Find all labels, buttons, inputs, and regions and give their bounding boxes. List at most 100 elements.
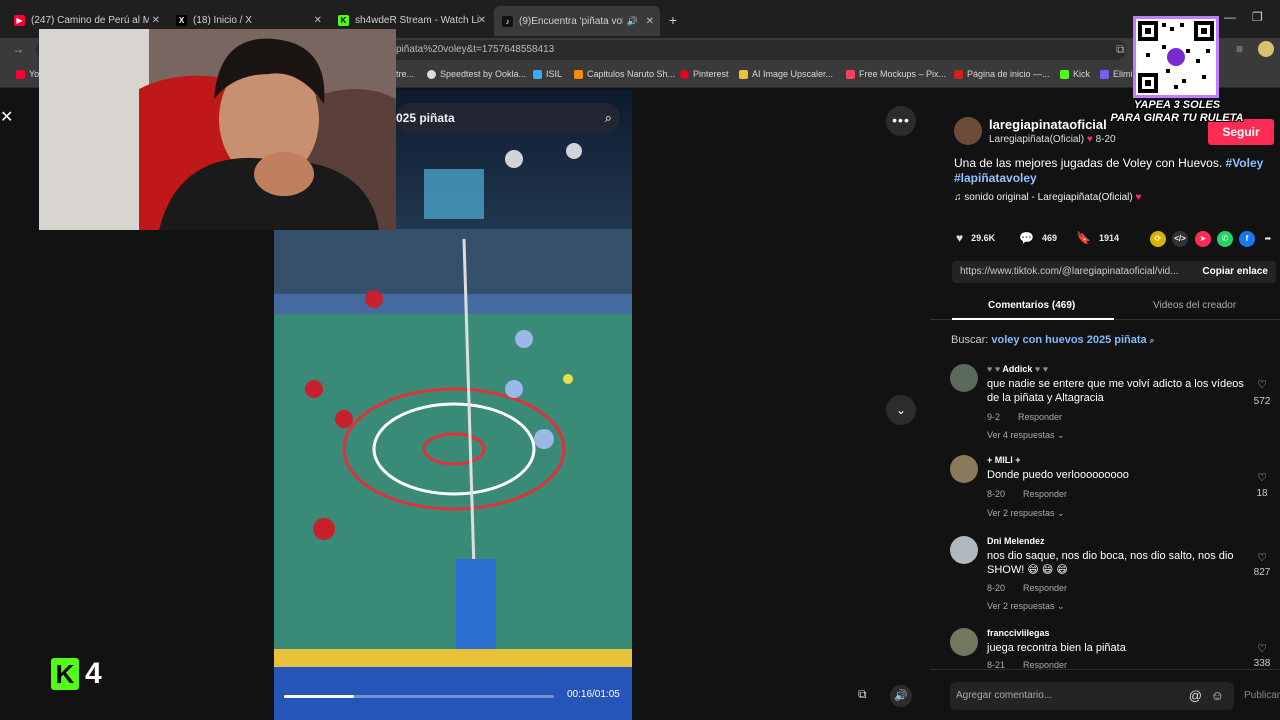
heart-icon: ♥ — [1086, 134, 1096, 145]
close-icon[interactable]: ✕ — [314, 15, 322, 26]
post-date: 8-20 — [1095, 134, 1116, 145]
restore-icon[interactable]: ❐ — [1252, 10, 1263, 24]
bookmark-item[interactable]: Página de inicio —... — [954, 69, 1050, 79]
video-time: 00:16/01:05 — [567, 689, 620, 700]
isil-icon — [533, 69, 542, 79]
post-details-panel: laregiapinataoficial Laregiapiñata(Ofici… — [930, 89, 1280, 720]
bookmark-item[interactable]: Elimi — [1100, 69, 1133, 79]
close-icon[interactable]: ✕ — [152, 15, 160, 26]
avatar[interactable] — [950, 628, 978, 656]
bookmark-item[interactable]: ISIL — [533, 69, 562, 79]
embed-icon[interactable]: </> — [1172, 231, 1188, 247]
comment-icon: 💬 — [1019, 231, 1034, 245]
comment-button[interactable]: 💬 469 — [1019, 231, 1057, 245]
publish-button[interactable]: Publicar — [1244, 690, 1280, 701]
more-options-button[interactable]: ••• — [886, 106, 916, 136]
url-text: piñata%20voley&t=1757648558413 — [396, 44, 555, 55]
view-replies-button[interactable]: Ver 4 respuestas ⌄ — [987, 430, 1065, 441]
post-description: Una de las mejores jugadas de Voley con … — [954, 156, 1264, 185]
bookmark-item[interactable]: Yo — [16, 69, 39, 79]
like-button[interactable]: ♥ 29.6K — [956, 231, 995, 245]
avatar[interactable] — [950, 536, 978, 564]
reply-button[interactable]: Responder — [1018, 412, 1062, 422]
tab-comments[interactable]: Comentarios (469) — [988, 300, 1075, 311]
comment-author[interactable]: + MILI + — [987, 455, 1021, 465]
facebook-icon[interactable]: f — [1239, 231, 1255, 247]
author-display-name: Laregiapiñata(Oficial) — [989, 134, 1085, 145]
comment-author[interactable]: francciviilegas — [987, 628, 1050, 638]
panel-tabs: Comentarios (469) Videos del creador — [930, 296, 1280, 320]
tab-title: (247) Camino de Perú al Mundi — [31, 14, 149, 26]
speaker-icon[interactable]: 🔊 — [627, 16, 638, 27]
bookmark-item[interactable]: tre... — [396, 69, 414, 79]
comment-like-count: 827 — [1253, 567, 1271, 578]
kick-icon — [1060, 69, 1069, 79]
bookmark-item[interactable]: Speedtest by Ookla... — [427, 69, 526, 79]
author-username[interactable]: laregiapinataoficial — [989, 117, 1107, 132]
search-icon: ⌕ — [1149, 336, 1155, 345]
minimize-icon[interactable]: — — [1224, 10, 1236, 24]
heart-outline-icon[interactable]: ♡ — [1250, 471, 1274, 484]
author-avatar[interactable] — [954, 117, 982, 145]
qr-code-image — [1138, 21, 1214, 93]
music-note-icon: ♫ — [954, 192, 965, 203]
tiktok-icon: ♪ — [502, 15, 513, 27]
heart-outline-icon[interactable]: ♡ — [1250, 378, 1274, 391]
engagement-row: ♥ 29.6K 💬 469 🔖 1914 ⟳ </> ➤ ✆ f ➦ — [954, 231, 1280, 247]
hashtag-link[interactable]: #Voley — [1226, 156, 1264, 170]
tab-tiktok[interactable]: ♪ (9)Encuentra 'piñata voley' 🔊 ✕ — [494, 6, 660, 36]
naruto-icon — [574, 69, 583, 79]
comment-author[interactable]: ♥ ♥ Addick ♥ ♥ — [987, 364, 1048, 374]
music-line[interactable]: ♫ sonido original - Laregiapiñata(Oficia… — [954, 192, 1141, 203]
tab-title: (9)Encuentra 'piñata voley' — [519, 15, 623, 27]
close-icon[interactable]: ✕ — [646, 16, 654, 27]
hashtag-link[interactable]: #lapiñatavoley — [954, 171, 1037, 185]
bookmark-item[interactable]: Kick — [1060, 69, 1090, 79]
picture-in-picture-icon[interactable]: ⧉ — [858, 687, 867, 702]
repost-icon[interactable]: ⟳ — [1150, 231, 1166, 247]
comment-meta: 8-20 Responder — [987, 583, 1068, 593]
comment-like-count: 338 — [1253, 658, 1271, 669]
view-replies-button[interactable]: Ver 2 respuestas ⌄ — [987, 601, 1065, 612]
reply-button[interactable]: Responder — [1023, 583, 1067, 593]
progress-fill — [284, 695, 355, 698]
bookmark-item[interactable]: AI Image Upscaler... — [739, 69, 833, 79]
emoji-icon[interactable]: ☺ — [1211, 682, 1224, 710]
volume-icon[interactable]: 🔊 — [890, 685, 912, 707]
kick-icon: K — [338, 14, 349, 26]
send-icon[interactable]: ➤ — [1195, 231, 1211, 247]
heart-outline-icon[interactable]: ♡ — [1250, 551, 1274, 564]
mention-icon[interactable]: @ — [1189, 682, 1202, 710]
video-progress-bar[interactable] — [284, 695, 554, 698]
share-link[interactable]: https://www.tiktok.com/@laregiapinataofi… — [960, 266, 1179, 277]
view-replies-button[interactable]: Ver 2 respuestas ⌄ — [987, 508, 1065, 519]
avatar[interactable] — [950, 364, 978, 392]
save-button[interactable]: 🔖 1914 — [1076, 231, 1119, 245]
reply-button[interactable]: Responder — [1023, 489, 1067, 499]
comment-item: francciviilegas juega recontra bien la p… — [950, 628, 1280, 670]
bookmark-item[interactable]: Capitulos Naruto Sh... — [574, 69, 675, 79]
heart-outline-icon[interactable]: ♡ — [1250, 642, 1274, 655]
video-search-box[interactable]: 025 piñata ⌕ — [396, 103, 620, 133]
close-icon[interactable]: ✕ — [0, 107, 13, 127]
forward-icon[interactable]: → — [12, 42, 24, 56]
chevron-down-icon[interactable]: ⌄ — [886, 395, 916, 425]
related-search[interactable]: Buscar: voley con huevos 2025 piñata ⌕ — [951, 334, 1154, 346]
search-icon[interactable]: ⌕ — [605, 103, 612, 133]
share-icon[interactable]: ➦ — [1260, 231, 1276, 247]
menu-icon[interactable]: ≡ — [1236, 42, 1243, 56]
bookmark-item[interactable]: Free Mockups – Pix... — [846, 69, 946, 79]
whatsapp-icon[interactable]: ✆ — [1217, 231, 1233, 247]
comment-item: ♥ ♥ Addick ♥ ♥ que nadie se entere que m… — [950, 364, 1280, 448]
close-icon[interactable]: ✕ — [478, 15, 486, 26]
copy-link-button[interactable]: Copiar enlace — [1202, 261, 1268, 283]
bookmark-item[interactable]: Pinterest — [680, 69, 729, 79]
new-tab-button[interactable]: + — [664, 11, 682, 29]
avatar[interactable] — [950, 455, 978, 483]
tab-creator-videos[interactable]: Videos del creador — [1153, 300, 1236, 311]
share-link-box: https://www.tiktok.com/@laregiapinataofi… — [952, 261, 1276, 283]
comment-author[interactable]: Dni Melendez — [987, 536, 1045, 546]
profile-avatar[interactable] — [1258, 41, 1274, 57]
comment-input[interactable]: Agregar comentario... @ ☺ — [950, 682, 1234, 710]
cast-icon[interactable]: ⧉ — [1116, 42, 1125, 57]
